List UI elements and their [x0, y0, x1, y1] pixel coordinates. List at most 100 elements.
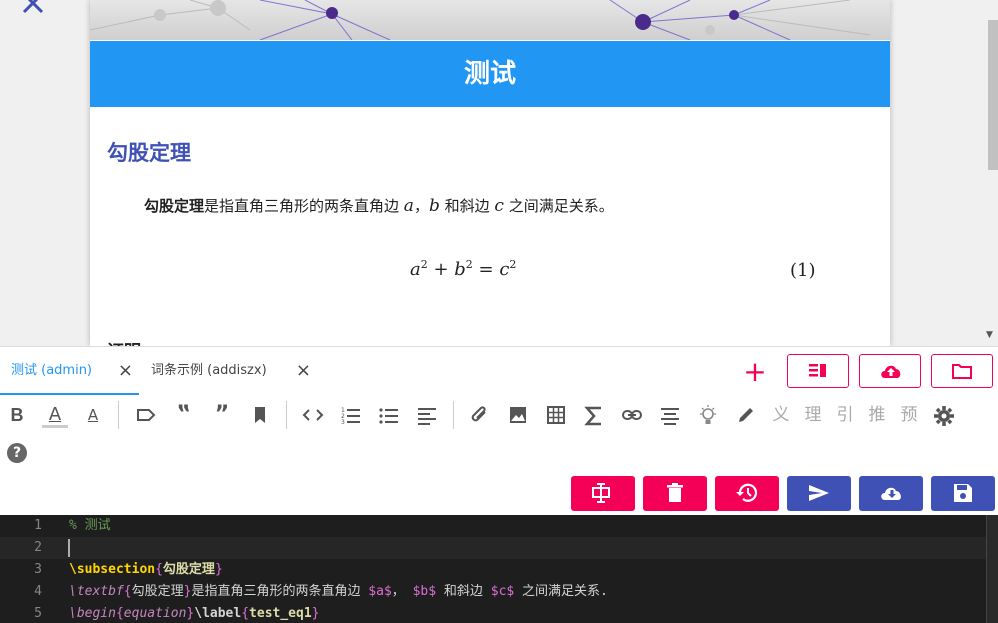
paragraph: 勾股定理是指直角三角形的两条直角边 a，b 和斜边 c 之间满足关系。 [144, 195, 614, 216]
text-highlight-icon[interactable]: A [80, 402, 106, 428]
preview-scrollbar-thumb[interactable] [988, 20, 998, 170]
eq-exp: 2 [465, 258, 473, 271]
close-tab-icon[interactable]: × [296, 347, 311, 395]
close-icon[interactable] [18, 0, 48, 22]
align-center-icon[interactable] [657, 402, 683, 428]
tab-test-admin[interactable]: 测试 (admin) × [0, 347, 139, 395]
latex-command: \begin [69, 606, 116, 621]
tab-label: 词条示例 (addiszx) [151, 363, 267, 378]
brace: { [155, 562, 163, 577]
code-text: 和斜边 [436, 584, 491, 599]
code-comment: % 测试 [69, 518, 111, 533]
cloud-download-button[interactable] [859, 476, 923, 511]
trash-icon [667, 483, 683, 502]
split-view-icon [809, 364, 826, 377]
bullet-list-icon[interactable] [376, 402, 402, 428]
text-color-icon[interactable]: A [42, 402, 68, 428]
line-number: 5 [34, 606, 42, 621]
code-scrollbar[interactable] [986, 515, 998, 623]
bookmark-icon[interactable] [247, 402, 273, 428]
code-line: 1 % 测试 [0, 515, 998, 537]
sigma-icon[interactable] [581, 402, 607, 428]
bold-term: 勾股定理 [144, 197, 205, 215]
history-button[interactable] [715, 476, 779, 511]
link-icon[interactable] [619, 402, 645, 428]
quote-close-icon[interactable]: ” [209, 402, 235, 428]
eq-a: a [410, 259, 421, 280]
latex-arg: 勾股定理 [162, 562, 215, 577]
settings-gear-icon[interactable] [931, 402, 957, 428]
latex-command: \subsection [69, 562, 156, 577]
table-icon[interactable] [543, 402, 569, 428]
article-title: 测试 [90, 41, 890, 107]
align-left-icon[interactable] [414, 402, 440, 428]
history-icon [736, 483, 758, 502]
image-icon[interactable] [505, 402, 531, 428]
label-icon[interactable] [133, 402, 159, 428]
inline-math: $c$ [490, 584, 515, 599]
tab-entry-example[interactable]: 词条示例 (addiszx) × [139, 347, 317, 395]
add-tab-button[interactable]: + [738, 357, 772, 391]
brace: { [115, 606, 124, 621]
eq-exp: 2 [420, 258, 428, 271]
definition-button[interactable]: 义 [768, 402, 794, 428]
send-icon [809, 485, 829, 501]
editor-panel: 测试 (admin) × 词条示例 (addiszx) × + B A A ‟ … [0, 346, 998, 516]
open-folder-button[interactable] [931, 354, 993, 388]
tab-label: 测试 (admin) [11, 363, 93, 378]
code-icon[interactable] [300, 402, 326, 428]
line-number: 3 [34, 562, 42, 577]
math-var-a: a [403, 196, 414, 216]
code-text: 之间满足关系. [514, 584, 608, 599]
code-line: 3 \subsection{勾股定理} [0, 559, 998, 581]
scroll-down-arrow-icon[interactable]: ▼ [986, 330, 993, 340]
brace: { [241, 606, 250, 621]
cloud-upload-button[interactable] [859, 354, 921, 388]
text-cursor [68, 539, 70, 557]
banner-image [90, 0, 890, 41]
save-button[interactable] [931, 476, 995, 511]
code-line: 4 \textbf{勾股定理}是指直角三角形的两条直角边 $a$， $b$ 和斜… [0, 581, 998, 603]
split-view-button[interactable] [787, 354, 849, 388]
article-paper: 测试 勾股定理 勾股定理是指直角三角形的两条直角边 a，b 和斜边 c 之间满足… [90, 0, 890, 346]
latex-arg: test_eq1 [249, 606, 312, 621]
corollary-button[interactable]: 推 [864, 402, 890, 428]
divider [453, 401, 454, 429]
divider [286, 401, 287, 429]
attachment-icon[interactable] [467, 402, 493, 428]
line-number: 1 [34, 518, 42, 533]
latex-command: \textbf [69, 584, 124, 599]
lightbulb-icon[interactable] [695, 402, 721, 428]
svg-text:3: 3 [341, 419, 345, 425]
paragraph-text: 是指直角三角形的两条直角边 [204, 197, 404, 215]
send-button[interactable] [787, 476, 851, 511]
folder-icon [952, 364, 972, 379]
bold-icon[interactable]: B [4, 402, 30, 428]
insert-snippet-button[interactable] [571, 476, 635, 511]
line-number: 2 [34, 540, 42, 555]
preview-button[interactable]: 预 [896, 402, 922, 428]
code-editor[interactable]: 1 % 测试 2 3 \subsection{勾股定理} 4 \textbf{勾… [0, 515, 998, 623]
save-icon [954, 484, 972, 502]
lemma-button[interactable]: 引 [832, 402, 858, 428]
eq-c: c [499, 259, 510, 280]
close-tab-icon[interactable]: × [118, 347, 133, 395]
code-text: ， [391, 584, 413, 599]
paragraph-text: 和斜边 [439, 197, 495, 215]
help-icon[interactable]: ? [7, 443, 27, 463]
eq-equals: = [472, 259, 500, 280]
equation: a2 + b2 = c2 [410, 258, 516, 280]
latex-arg: 勾股定理 [131, 584, 184, 599]
divider [118, 401, 119, 429]
brace: } [214, 562, 223, 577]
code-line-active: 2 [0, 537, 998, 559]
quote-open-icon[interactable]: ‟ [171, 402, 197, 428]
cloud-download-icon [881, 487, 901, 500]
section-heading: 勾股定理 [107, 141, 191, 165]
delete-button[interactable] [643, 476, 707, 511]
ordered-list-icon[interactable]: 123 [338, 402, 364, 428]
brace: { [123, 584, 132, 599]
next-heading: 证明 [107, 337, 141, 346]
pencil-icon[interactable] [733, 402, 759, 428]
theorem-button[interactable]: 理 [800, 402, 826, 428]
